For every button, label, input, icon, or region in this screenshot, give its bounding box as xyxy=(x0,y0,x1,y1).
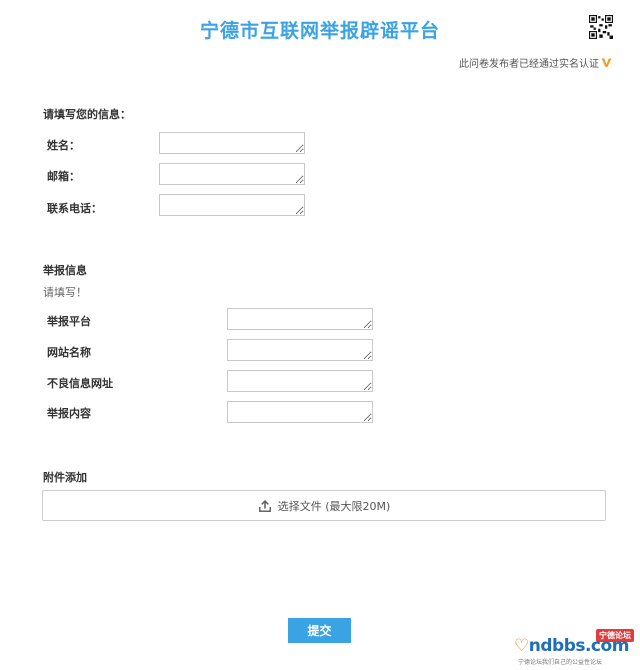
watermark-slogan: 宁德论坛我们自己的公益性论坛 xyxy=(518,659,603,666)
email-field[interactable] xyxy=(159,163,305,185)
site-name-label: 网站名称 xyxy=(47,346,91,359)
choose-file-label: 选择文件 (最大限20M) xyxy=(277,499,391,513)
verified-notice: 此问卷发布者已经通过实名认证 xyxy=(459,55,612,70)
report-content-field[interactable] xyxy=(227,401,373,423)
report-platform-field[interactable] xyxy=(227,308,373,330)
phone-field[interactable] xyxy=(159,194,305,216)
report-hint: 请填写！ xyxy=(43,286,87,299)
bad-url-field[interactable] xyxy=(227,370,373,392)
watermark-brand: ♡ndbbs.com xyxy=(514,636,629,656)
verified-v-icon xyxy=(601,58,612,68)
submit-button[interactable]: 提交 xyxy=(288,618,351,643)
ndbbs-watermark: 宁德论坛 ♡ndbbs.com 宁德论坛我们自己的公益性论坛 xyxy=(512,628,634,668)
choose-file-button[interactable]: 选择文件 (最大限20M) xyxy=(42,490,606,521)
page-title: 宁德市互联网举报辟谣平台 xyxy=(199,20,440,42)
verified-text: 此问卷发布者已经通过实名认证 xyxy=(459,59,599,70)
qr-code-icon[interactable] xyxy=(589,15,613,39)
phone-label: 联系电话： xyxy=(47,202,102,215)
email-label: 邮箱： xyxy=(47,170,80,183)
report-platform-label: 举报平台 xyxy=(47,315,91,328)
site-name-field[interactable] xyxy=(227,339,373,361)
name-field[interactable] xyxy=(159,132,305,154)
report-info-heading: 举报信息 xyxy=(43,264,87,277)
bad-url-label: 不良信息网址 xyxy=(47,377,113,390)
personal-info-heading: 请填写您的信息： xyxy=(43,108,131,121)
heart-icon: ♡ xyxy=(514,636,529,656)
attachment-heading: 附件添加 xyxy=(43,471,87,484)
name-label: 姓名： xyxy=(47,139,80,152)
watermark-brand-text: ndbbs.com xyxy=(528,636,630,656)
upload-icon xyxy=(258,499,271,512)
report-content-label: 举报内容 xyxy=(47,407,91,420)
